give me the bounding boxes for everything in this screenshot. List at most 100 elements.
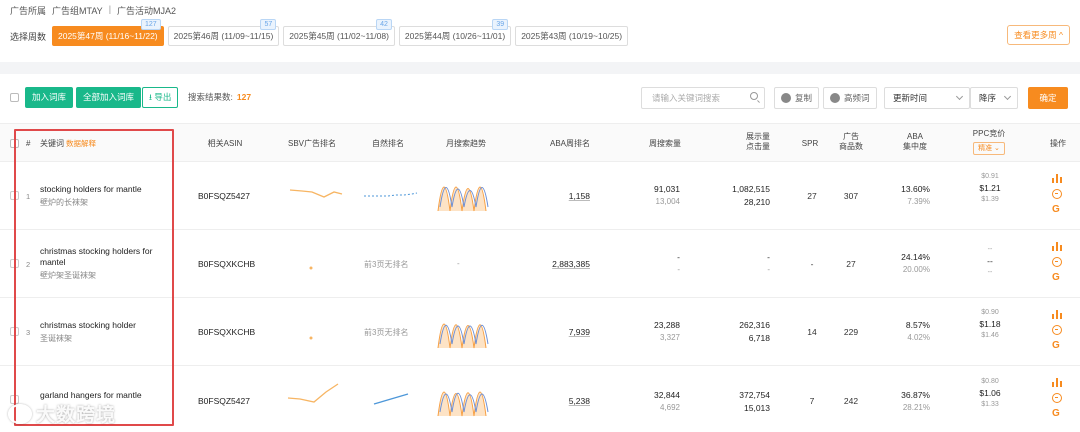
search-icon[interactable] bbox=[750, 92, 758, 100]
impressions-cell: 262,316 6,718 bbox=[718, 320, 770, 343]
match-type-dropdown[interactable]: 精准 ⌄ bbox=[973, 142, 1005, 155]
column-header-spr: SPR bbox=[801, 139, 819, 148]
chevron-down-icon bbox=[1003, 92, 1012, 101]
asin-cell[interactable]: B0FSQXKCHB bbox=[198, 327, 255, 337]
aba-concentration-value: 8.57% bbox=[905, 320, 930, 330]
ad-products-value: 27 bbox=[846, 259, 856, 269]
minus-circle-icon[interactable] bbox=[1052, 189, 1062, 199]
sort-order-select[interactable]: 降序 bbox=[970, 87, 1018, 109]
bar-chart-icon[interactable] bbox=[1052, 310, 1062, 319]
toolbar: 加入词库 全部加入词库 ⭳ 导出 搜索结果数: 127 请输入关键词搜索 复制 高… bbox=[10, 87, 1070, 109]
add-to-library-button[interactable]: 加入词库 bbox=[25, 87, 74, 108]
column-header-weekly-search: 周搜索量 bbox=[649, 139, 681, 148]
monthly-trend-chart bbox=[437, 391, 489, 417]
google-icon[interactable]: G bbox=[1052, 205, 1066, 215]
column-header-natural-rank: 自然排名 bbox=[372, 139, 404, 148]
confirm-button[interactable]: 确定 bbox=[1028, 87, 1068, 109]
select-all-checkbox[interactable] bbox=[10, 93, 19, 102]
impressions-value: 1,082,515 bbox=[732, 184, 770, 194]
breadcrumb-item[interactable]: 广告所属 bbox=[10, 4, 46, 17]
chevron-down-icon bbox=[955, 92, 964, 101]
high-frequency-button[interactable]: 高频词 bbox=[823, 87, 877, 109]
ppc-low: $0.91 bbox=[981, 173, 999, 180]
aba-rank-value[interactable]: 1,158 bbox=[540, 191, 590, 201]
impressions-value: 262,316 bbox=[739, 320, 770, 330]
keyword-search-input[interactable]: 请输入关键词搜索 bbox=[641, 87, 765, 109]
row-operations: G bbox=[1052, 242, 1066, 283]
column-header-asin: 相关ASIN bbox=[207, 139, 243, 148]
impressions-cell: 372,754 15,013 bbox=[718, 390, 770, 413]
week-count-badge: 42 bbox=[376, 19, 392, 30]
ppc-header-label: PPC竞价 bbox=[972, 129, 1006, 138]
google-icon[interactable]: G bbox=[1052, 273, 1066, 283]
minus-circle-icon[interactable] bbox=[1052, 393, 1062, 403]
aba-rank-value[interactable]: 5,238 bbox=[540, 396, 590, 406]
asin-cell[interactable]: B0FSQZ5427 bbox=[198, 396, 250, 406]
bar-chart-icon[interactable] bbox=[1052, 174, 1062, 183]
week-tab-45[interactable]: 2025第45周 (11/02~11/08) 42 bbox=[283, 19, 395, 46]
natural-rank-sparkline bbox=[364, 192, 418, 197]
breadcrumb-separator: | bbox=[108, 4, 112, 14]
week-tab-44[interactable]: 2025第44周 (10/26~11/01) 39 bbox=[398, 19, 512, 46]
result-count: 搜索结果数: 127 bbox=[188, 87, 251, 108]
ppc-high: $1.33 bbox=[981, 401, 999, 408]
monthly-trend-chart bbox=[437, 186, 489, 212]
minus-circle-icon[interactable] bbox=[1052, 325, 1062, 335]
weekly-search-cell: - - bbox=[628, 252, 680, 274]
ppc-high: $1.39 bbox=[981, 196, 999, 203]
weekly-search-sub: - bbox=[677, 265, 680, 274]
week-count-badge: 127 bbox=[140, 19, 161, 30]
ppc-low: $0.90 bbox=[981, 309, 999, 316]
week-tab-label: 2025第45周 (11/02~11/08) bbox=[289, 31, 389, 41]
monthly-trend-chart bbox=[437, 323, 489, 349]
aba-concentration-header-line1: ABA bbox=[906, 132, 923, 141]
aba-rank-value[interactable]: 2,883,385 bbox=[540, 259, 590, 269]
ppc-high: $1.46 bbox=[981, 332, 999, 339]
add-all-to-library-button[interactable]: 全部加入词库 bbox=[76, 87, 142, 108]
aba-rank-value[interactable]: 7,939 bbox=[540, 327, 590, 337]
minus-circle-icon[interactable] bbox=[1052, 257, 1062, 267]
week-selector: 选择周数 2025第47周 (11/16~11/22) 127 2025第46周… bbox=[10, 19, 632, 46]
sort-field-select[interactable]: 更新时间 bbox=[884, 87, 970, 109]
week-tab-47[interactable]: 2025第47周 (11/16~11/22) 127 bbox=[52, 19, 164, 46]
sbv-rank-sparkline bbox=[289, 189, 343, 198]
weekly-search-value: 91,031 bbox=[654, 184, 680, 194]
ppc-bid-cell: -- -- -- bbox=[970, 246, 1010, 276]
weekly-search-value: 32,844 bbox=[654, 390, 680, 400]
impressions-value: - bbox=[767, 252, 770, 262]
google-icon[interactable]: G bbox=[1052, 341, 1066, 351]
google-icon[interactable]: G bbox=[1052, 409, 1066, 419]
weekly-search-cell: 32,844 4,692 bbox=[628, 390, 680, 412]
week-tab-43[interactable]: 2025第43周 (10/19~10/25) bbox=[515, 26, 629, 46]
impressions-cell: - - bbox=[718, 252, 770, 274]
week-tab-46[interactable]: 2025第46周 (11/09~11/15) 57 bbox=[167, 19, 280, 46]
asin-cell[interactable]: B0FSQZ5427 bbox=[198, 191, 250, 201]
breadcrumb-item[interactable]: 广告活动MJA2 bbox=[117, 4, 176, 17]
aba-concentration-sub: 20.00% bbox=[902, 265, 930, 274]
ppc-high: -- bbox=[987, 269, 993, 276]
export-button[interactable]: ⭳ 导出 bbox=[142, 87, 179, 108]
copy-button[interactable]: 复制 bbox=[774, 87, 820, 109]
sort-order-value: 降序 bbox=[979, 93, 997, 103]
breadcrumb-item[interactable]: 广告组MTAY bbox=[52, 4, 103, 17]
copy-label: 复制 bbox=[795, 93, 813, 103]
bar-chart-icon[interactable] bbox=[1052, 242, 1062, 251]
weekly-search-cell: 91,031 13,004 bbox=[628, 184, 680, 206]
result-count-label: 搜索结果数: bbox=[188, 92, 233, 102]
row-operations: G bbox=[1052, 310, 1066, 351]
aba-concentration-sub: 7.39% bbox=[907, 197, 930, 206]
watermark: 大数跨境 bbox=[8, 400, 116, 427]
column-header-impressions-clicks: 展示量 点击量 bbox=[738, 132, 778, 152]
aba-concentration-cell: 8.57% 4.02% bbox=[890, 320, 930, 342]
column-header-ad-products: 广告 商品数 bbox=[836, 132, 866, 152]
aba-concentration-sub: 28.21% bbox=[902, 403, 930, 412]
weekly-search-value: - bbox=[677, 252, 680, 262]
spr-value: 14 bbox=[807, 327, 817, 337]
more-weeks-button[interactable]: 查看更多周 ^ bbox=[1007, 25, 1070, 45]
week-selector-label: 选择周数 bbox=[10, 31, 47, 42]
asin-cell[interactable]: B0FSQXKCHB bbox=[198, 259, 255, 269]
clicks-value: - bbox=[767, 265, 770, 274]
watermark-logo-icon bbox=[8, 403, 32, 424]
watermark-text: 大数跨境 bbox=[36, 405, 117, 426]
bar-chart-icon[interactable] bbox=[1052, 378, 1062, 387]
